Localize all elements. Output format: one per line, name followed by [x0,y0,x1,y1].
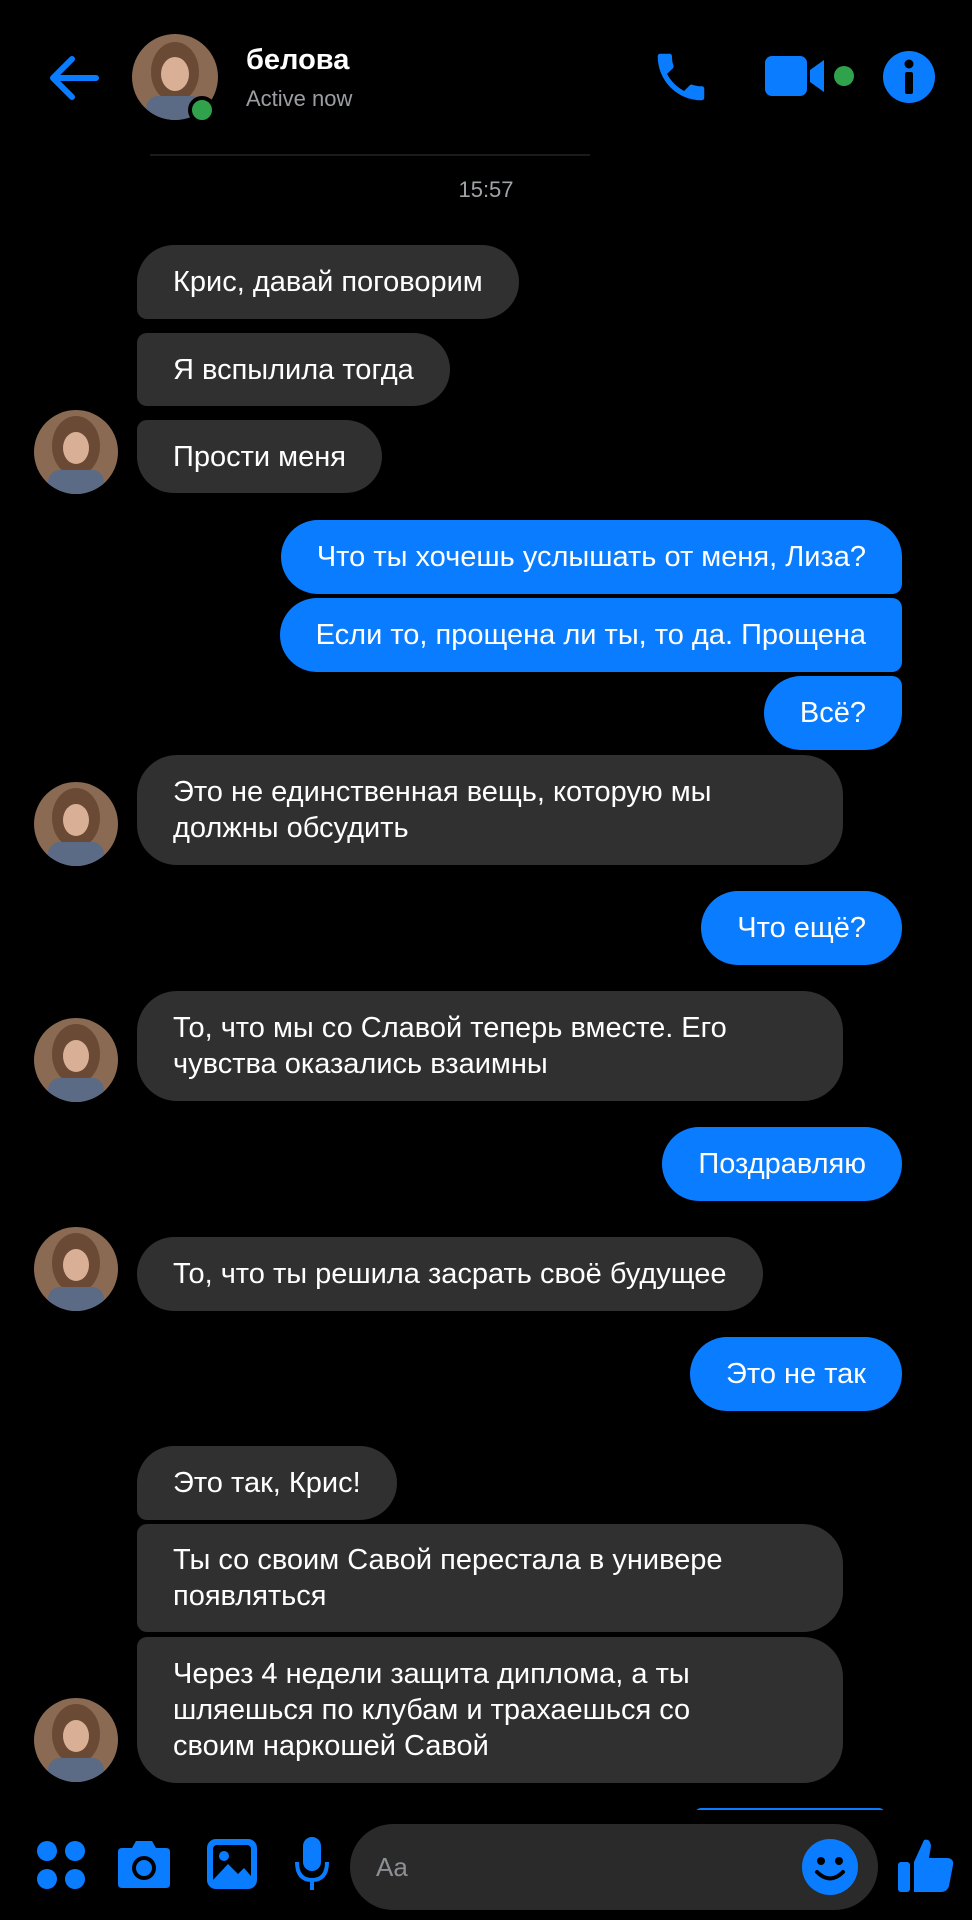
message-line: Через 4 недели защита диплома, а ты [173,1658,690,1690]
message-outgoing[interactable]: Что ты хочешь услышать от меня, Лиза? [280,520,902,594]
message-incoming[interactable]: То, что мы со Славой теперь вместе. Его … [137,991,843,1101]
camera-button[interactable] [114,1836,174,1894]
back-button[interactable] [44,48,104,108]
contact-avatar-small[interactable] [34,1698,118,1782]
emoji-icon [802,1839,858,1895]
message-outgoing[interactable]: Если то, прощена ли ты, то да. Прощена [279,598,902,672]
message-incoming[interactable]: Через 4 недели защита диплома, а ты шляе… [137,1637,843,1783]
apps-icon [37,1841,85,1889]
video-call-button[interactable] [760,50,860,106]
microphone-icon [295,1837,329,1890]
contact-avatar-small[interactable] [34,410,118,494]
message-line: своим наркошей Савой [173,1730,489,1762]
message-incoming[interactable]: То, что ты решила засрать своё будущее [137,1237,763,1311]
message-outgoing[interactable]: Всё? [763,676,902,750]
contact-name[interactable]: белова [246,44,349,77]
message-line: То, что мы со Славой теперь вместе. Его [173,1012,727,1044]
message-timestamp: 15:57 [458,177,514,202]
message-line: появляться [173,1580,327,1612]
contact-avatar-small[interactable] [34,1227,118,1311]
camera-icon [118,1841,170,1888]
thumbs-up-icon [898,1839,954,1892]
like-button[interactable] [896,1834,956,1896]
header-divider [150,154,590,156]
message-incoming[interactable]: Прости меня [137,420,382,493]
info-icon [883,51,935,103]
online-status-indicator [188,96,216,124]
voice-message-button[interactable] [292,1834,332,1896]
contact-avatar-small[interactable] [34,1018,118,1102]
video-camera-icon [765,56,854,96]
message-line: Это не единственная вещь, которую мы [173,776,712,808]
apps-button[interactable] [34,1838,88,1892]
voice-call-button[interactable] [650,46,712,108]
contact-avatar-small[interactable] [34,782,118,866]
phone-icon [657,53,705,101]
message-outgoing[interactable]: Это не так [690,1337,902,1411]
arrow-left-icon [50,56,99,100]
message-line: должны обсудить [173,812,409,844]
message-line: чувства оказались взаимны [173,1048,548,1080]
gallery-icon [207,1839,257,1889]
conversation-header: белова Active now [0,0,972,150]
gallery-button[interactable] [204,1836,260,1892]
message-incoming[interactable]: Крис, давай поговорим [137,245,519,319]
emoji-button[interactable] [800,1837,860,1897]
message-incoming[interactable]: Это так, Крис! [137,1446,397,1520]
message-outgoing[interactable]: Что ещё? [701,891,902,965]
message-incoming[interactable]: Я вспылила тогда [137,333,450,406]
message-outgoing[interactable]: Поздравляю [662,1127,902,1201]
info-button[interactable] [880,48,938,106]
message-incoming[interactable]: Ты со своим Савой перестала в универе по… [137,1524,843,1632]
message-input[interactable] [350,1824,878,1910]
message-line: шляешься по клубам и трахаешься со [173,1694,691,1726]
message-incoming[interactable]: Это не единственная вещь, которую мы дол… [137,755,843,865]
message-line: Ты со своим Савой перестала в универе [173,1544,723,1576]
contact-status: Active now [246,86,353,111]
